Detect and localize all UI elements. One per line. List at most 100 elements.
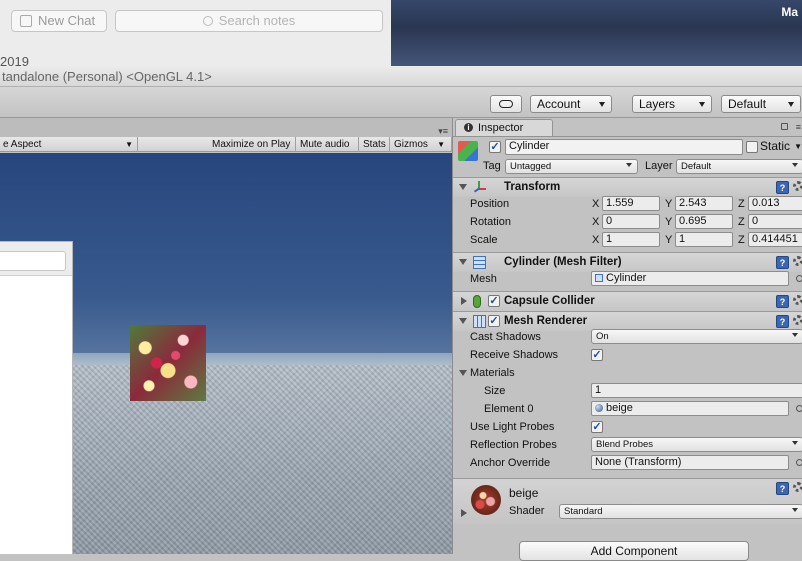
object-picker-icon[interactable] (796, 405, 802, 412)
chevron-down-icon (792, 333, 798, 337)
tag-dropdown[interactable]: Untagged (505, 159, 638, 174)
axis-z-label: Z (738, 216, 745, 228)
scale-y-field[interactable]: 1 (675, 232, 733, 247)
mute-audio-label: Mute audio (300, 139, 350, 150)
fold-arrow-icon[interactable] (459, 318, 467, 324)
notes-app-window: New Chat Search notes 2019 (0, 0, 391, 68)
tab-inspector[interactable]: i Inspector (455, 119, 553, 137)
aspect-label: e Aspect (3, 139, 42, 150)
chevron-down-icon (792, 441, 798, 445)
mesh-field[interactable]: Cylinder (591, 271, 789, 286)
desktop-background: Ma (391, 0, 802, 68)
fold-arrow-icon[interactable] (459, 259, 467, 265)
light-probes-checkbox[interactable]: ✓ (591, 421, 603, 433)
axis-y-label: Y (665, 234, 673, 246)
scale-z-field[interactable]: 0.414451 (748, 232, 802, 247)
materials-row[interactable]: Materials (453, 364, 802, 382)
mesh-icon (595, 274, 603, 282)
inspector-panel: i Inspector ≡ ✓ Cylinder ✓ Static ▼ Tag … (452, 118, 802, 561)
size-field[interactable]: 1 (591, 383, 802, 398)
rotation-x-field[interactable]: 0 (602, 214, 660, 229)
mesh-renderer-checkbox[interactable]: ✓ (488, 315, 500, 327)
lock-icon[interactable] (781, 123, 788, 130)
gear-icon[interactable] (793, 256, 802, 266)
stats-toggle[interactable]: Stats (360, 137, 390, 152)
position-x-field[interactable]: 1.559 (602, 196, 660, 211)
cloud-button[interactable] (490, 95, 522, 113)
capsule-collider-title: Capsule Collider (504, 295, 595, 307)
chevron-down-icon[interactable]: ▼ (794, 142, 802, 151)
fold-arrow-icon[interactable] (461, 509, 467, 517)
account-dropdown[interactable]: Account (530, 95, 612, 113)
material-name: beige (509, 486, 539, 500)
active-checkbox[interactable]: ✓ (489, 141, 501, 153)
capsule-collider-header[interactable]: ✓ Capsule Collider ? (453, 291, 802, 311)
fold-arrow-icon[interactable] (459, 370, 467, 376)
capsule-collider-icon (473, 295, 481, 308)
panel-menu-icon[interactable]: ≡ (796, 122, 801, 132)
rotation-y-field[interactable]: 0.695 (675, 214, 733, 229)
add-component-button[interactable]: Add Component (519, 541, 749, 561)
layers-label: Layers (639, 97, 676, 111)
panel-menu-icon[interactable]: ▾≡ (438, 126, 448, 137)
chevron-down-icon (699, 102, 705, 107)
mesh-renderer-icon (473, 315, 486, 328)
mesh-filter-header[interactable]: Cylinder (Mesh Filter) ? (453, 252, 802, 272)
cast-shadows-dropdown[interactable]: On (591, 329, 802, 344)
scale-row: Scale X 1 Y 1 Z 0.414451 (453, 231, 802, 249)
overlapping-window-field[interactable] (0, 251, 66, 271)
rotation-row: Rotation X 0 Y 0.695 Z 0 (453, 213, 802, 231)
object-picker-icon[interactable] (796, 275, 802, 282)
anchor-override-label: Anchor Override (470, 457, 551, 469)
game-view-controlbar: e Aspect ▼ Maximize on Play Mute audio S… (0, 137, 452, 152)
shader-dropdown[interactable]: Standard (559, 504, 802, 519)
help-icon[interactable]: ? (776, 181, 789, 194)
reflection-probes-label: Reflection Probes (470, 439, 557, 451)
mute-audio-toggle[interactable]: Mute audio (297, 137, 359, 152)
element0-field[interactable]: beige (591, 401, 789, 416)
layer-dropdown[interactable]: Default (676, 159, 802, 174)
receive-shadows-checkbox[interactable]: ✓ (591, 349, 603, 361)
window-title: tandalone (Personal) <OpenGL 4.1> (0, 66, 802, 87)
anchor-override-field[interactable]: None (Transform) (591, 455, 789, 470)
tab-divider (453, 136, 802, 137)
cloud-icon (499, 100, 513, 108)
chevron-down-icon (792, 508, 798, 512)
overlapping-window-header (0, 242, 72, 276)
axis-y-label: Y (665, 198, 673, 210)
position-label: Position (470, 198, 510, 210)
static-checkbox[interactable]: ✓ (746, 141, 758, 153)
chevron-down-icon: ▼ (437, 140, 445, 149)
aspect-dropdown[interactable]: e Aspect ▼ (0, 137, 138, 152)
gear-icon[interactable] (793, 315, 802, 325)
anchor-override-row: Anchor Override None (Transform) (453, 454, 802, 472)
object-name-field[interactable]: Cylinder (505, 139, 743, 155)
layout-dropdown[interactable]: Default (721, 95, 801, 113)
capsule-collider-checkbox[interactable]: ✓ (488, 295, 500, 307)
help-icon[interactable]: ? (776, 482, 789, 495)
reflection-probes-dropdown[interactable]: Blend Probes (591, 437, 802, 452)
position-z-field[interactable]: 0.013 (748, 196, 802, 211)
account-label: Account (537, 97, 581, 111)
maximize-on-play-toggle[interactable]: Maximize on Play (209, 137, 296, 152)
new-chat-button[interactable]: New Chat (11, 10, 107, 32)
transform-header[interactable]: Transform ? (453, 177, 802, 197)
layers-dropdown[interactable]: Layers (632, 95, 712, 113)
fold-arrow-icon[interactable] (461, 297, 467, 305)
help-icon[interactable]: ? (776, 315, 789, 328)
search-notes-input[interactable]: Search notes (115, 10, 383, 32)
gizmos-dropdown[interactable]: Gizmos ▼ (391, 137, 452, 152)
help-icon[interactable]: ? (776, 295, 789, 308)
gear-icon[interactable] (793, 295, 802, 305)
axis-y-label: Y (665, 216, 673, 228)
gear-icon[interactable] (793, 482, 802, 492)
help-icon[interactable]: ? (776, 256, 789, 269)
scale-x-field[interactable]: 1 (602, 232, 660, 247)
gear-icon[interactable] (793, 181, 802, 191)
new-chat-label: New Chat (38, 13, 96, 28)
reflection-probes-row: Reflection Probes Blend Probes (453, 436, 802, 454)
rotation-z-field[interactable]: 0 (748, 214, 802, 229)
object-picker-icon[interactable] (796, 459, 802, 466)
position-y-field[interactable]: 2.543 (675, 196, 733, 211)
fold-arrow-icon[interactable] (459, 184, 467, 190)
